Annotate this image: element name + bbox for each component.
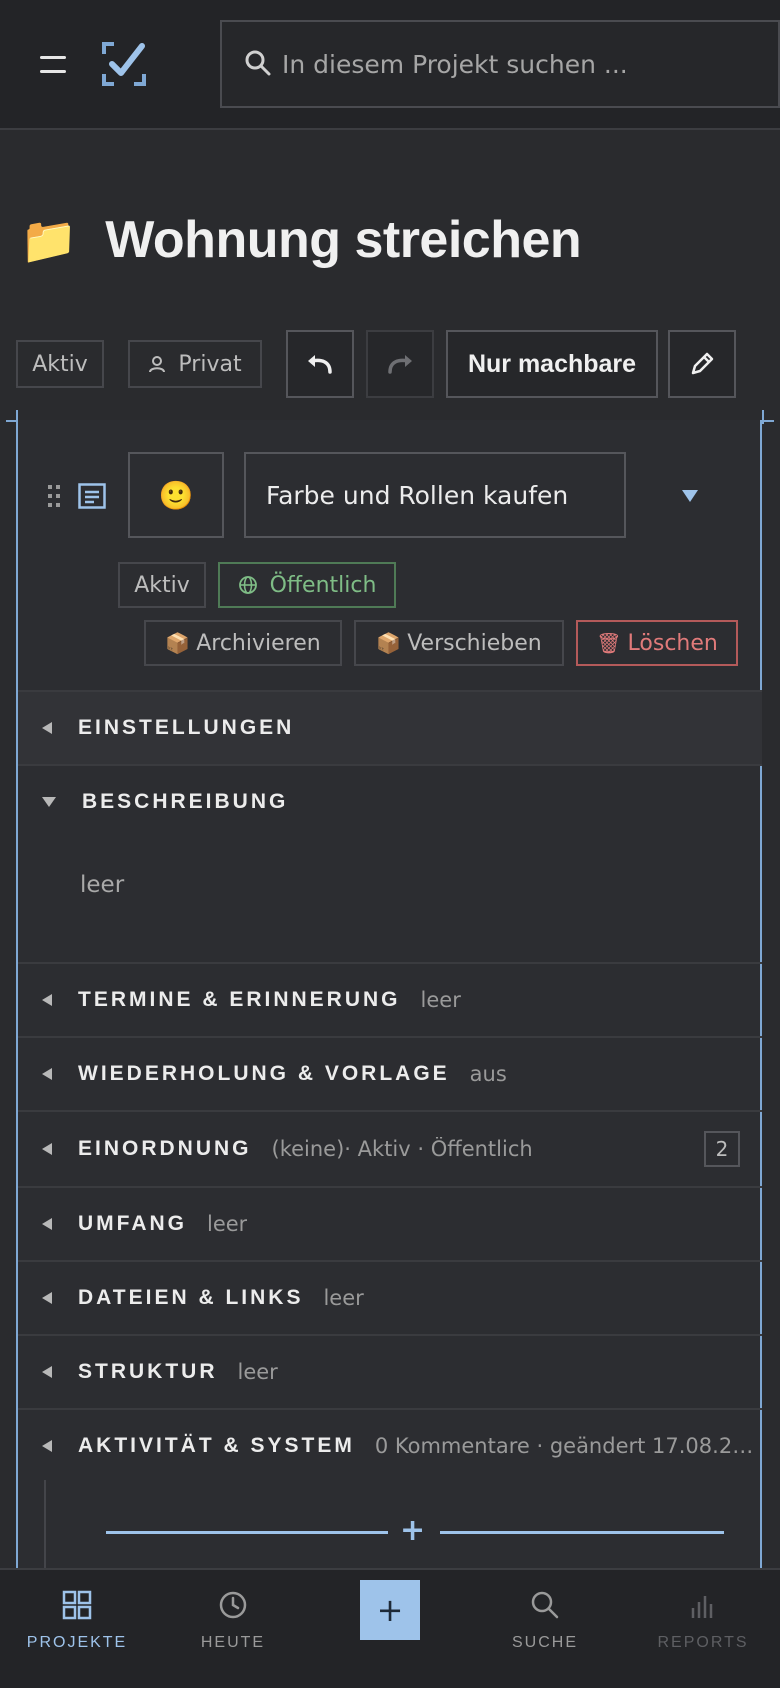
section-scope[interactable]: UMFANG leer [18, 1186, 762, 1260]
section-value: leer [207, 1212, 248, 1236]
drag-handle-icon[interactable] [48, 485, 60, 509]
section-files[interactable]: DATEIEN & LINKS leer [18, 1260, 762, 1334]
count-badge: 2 [704, 1131, 740, 1167]
section-value: 0 Kommentare · geändert 17.08.2026,... [374, 1434, 762, 1458]
undo-button[interactable] [286, 330, 354, 398]
section-label: DATEIEN & LINKS [78, 1286, 304, 1309]
note-icon[interactable] [78, 483, 106, 509]
section-label: WIEDERHOLUNG & VORLAGE [78, 1062, 450, 1085]
section-value: (keine)· Aktiv · Öffentlich [271, 1137, 533, 1161]
section-description[interactable]: BESCHREIBUNG [18, 764, 762, 964]
nav-search[interactable]: SUCHE [470, 1570, 620, 1688]
search-icon [245, 50, 271, 76]
description-content[interactable]: leer [80, 872, 124, 898]
archive-button[interactable]: 📦 Archivieren [144, 620, 342, 666]
hamburger-menu-icon[interactable] [36, 48, 70, 82]
caret-left-icon [42, 722, 52, 734]
globe-icon [238, 576, 257, 594]
search-field[interactable] [220, 20, 780, 108]
folder-icon: 📁 [20, 212, 78, 267]
bar-chart-icon [691, 1596, 713, 1618]
nav-label: REPORTS [657, 1634, 749, 1651]
task-title-field[interactable]: Farbe und Rollen kaufen [244, 452, 626, 538]
nav-label: PROJEKTE [26, 1634, 128, 1651]
clock-icon [219, 1591, 247, 1619]
caret-left-icon [42, 1440, 52, 1452]
project-visibility-chip[interactable]: Privat [128, 340, 262, 388]
page-header: 📁 Wohnung streichen [20, 200, 582, 280]
section-label: AKTIVITÄT & SYSTEM [78, 1434, 355, 1457]
task-visibility-label: Öffentlich [269, 572, 377, 598]
add-button[interactable]: + [360, 1580, 420, 1640]
section-value: leer [420, 988, 461, 1012]
section-structure[interactable]: STRUKTUR leer [18, 1334, 762, 1408]
project-status-chip[interactable]: Aktiv [16, 340, 104, 388]
section-value: leer [323, 1286, 364, 1310]
top-bar [0, 0, 780, 130]
section-label: UMFANG [78, 1212, 187, 1235]
person-icon [149, 356, 166, 373]
section-value: aus [469, 1062, 507, 1086]
caret-left-icon [42, 1366, 52, 1378]
section-settings[interactable]: EINSTELLUNGEN [18, 690, 762, 764]
nav-projects[interactable]: PROJEKTE [2, 1570, 152, 1688]
activity-thread-line [44, 1480, 46, 1570]
trash-icon: 🗑 [596, 631, 622, 655]
section-value: leer [237, 1360, 278, 1384]
caret-down-icon[interactable] [682, 490, 698, 502]
grid-icon [62, 1590, 92, 1620]
archive-label: Archivieren [196, 630, 321, 656]
search-input[interactable] [282, 42, 762, 86]
move-label: Verschieben [407, 630, 542, 656]
delete-label: Löschen [627, 630, 718, 656]
search-icon [531, 1591, 559, 1619]
section-label: TERMINE & ERINNERUNG [78, 988, 401, 1011]
section-dates[interactable]: TERMINE & ERINNERUNG leer [18, 962, 762, 1036]
section-label: BESCHREIBUNG [82, 790, 289, 813]
caret-down-icon [42, 797, 56, 807]
caret-left-icon [42, 1292, 52, 1304]
app-logo-icon[interactable] [100, 40, 148, 88]
section-label: EINSTELLUNGEN [78, 716, 295, 739]
caret-left-icon [42, 994, 52, 1006]
caret-left-icon [42, 1218, 52, 1230]
only-doable-filter-button[interactable]: Nur machbare [446, 330, 658, 398]
section-recurrence[interactable]: WIEDERHOLUNG & VORLAGE aus [18, 1036, 762, 1110]
section-classification[interactable]: EINORDNUNG (keine)· Aktiv · Öffentlich 2 [18, 1110, 762, 1186]
redo-icon [388, 355, 412, 374]
page-title[interactable]: Wohnung streichen [105, 210, 581, 270]
project-visibility-label: Privat [178, 351, 242, 377]
corner-marker [762, 410, 764, 424]
section-label: EINORDNUNG [78, 1137, 252, 1160]
add-icon[interactable]: + [400, 1513, 425, 1548]
task-emoji-button[interactable]: 🙂 [128, 452, 224, 538]
nav-reports[interactable]: REPORTS [628, 1570, 778, 1688]
edit-button[interactable] [668, 330, 736, 398]
task-visibility-chip[interactable]: Öffentlich [218, 562, 396, 608]
section-activity[interactable]: AKTIVITÄT & SYSTEM 0 Kommentare · geände… [18, 1408, 762, 1482]
nav-label: SUCHE [511, 1634, 578, 1651]
caret-left-icon [42, 1143, 52, 1155]
box-icon: 📦 [376, 631, 402, 655]
nav-label: HEUTE [200, 1634, 266, 1651]
nav-today[interactable]: HEUTE [158, 1570, 308, 1688]
move-button[interactable]: 📦 Verschieben [354, 620, 564, 666]
delete-button[interactable]: 🗑 Löschen [576, 620, 738, 666]
caret-left-icon [42, 1068, 52, 1080]
section-label: STRUKTUR [78, 1360, 218, 1383]
pencil-icon [691, 352, 714, 375]
box-icon: 📦 [165, 631, 191, 655]
redo-button[interactable] [366, 330, 434, 398]
task-status-chip[interactable]: Aktiv [118, 562, 206, 608]
undo-icon [308, 355, 332, 374]
add-subtask-divider[interactable]: + [106, 1513, 724, 1548]
